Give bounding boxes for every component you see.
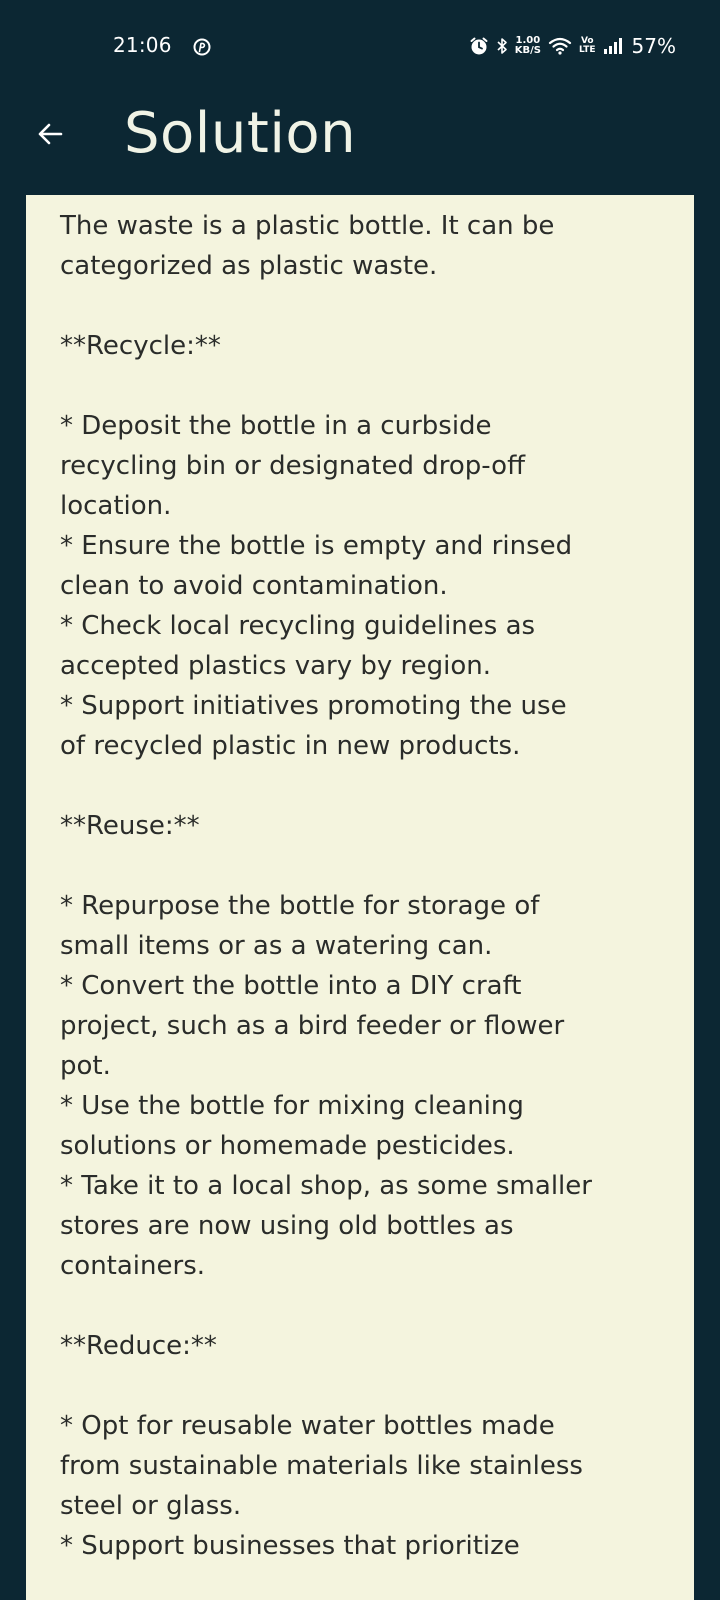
signal-icon <box>603 38 622 54</box>
arrow-left-icon <box>38 123 63 145</box>
pinterest-notification-icon <box>193 38 211 56</box>
app-bar: Solution <box>0 92 720 192</box>
bluetooth-icon <box>497 38 507 54</box>
page-title: Solution <box>124 101 357 166</box>
volte-indicator: Vo LTE <box>579 37 596 55</box>
battery-level: 57% <box>631 34 676 58</box>
network-speed-unit: KB/S <box>514 45 541 56</box>
status-bar: 21:06 1.00 KB/S Vo LTE 57% <box>0 0 720 92</box>
solution-card[interactable]: The waste is a plastic bottle. It can be… <box>26 195 694 1600</box>
status-time: 21:06 <box>113 33 172 57</box>
wifi-icon <box>548 37 572 55</box>
solution-text: The waste is a plastic bottle. It can be… <box>60 211 592 1561</box>
status-indicators: 1.00 KB/S Vo LTE 57% <box>469 32 676 60</box>
alarm-icon <box>470 37 488 55</box>
volte-bottom: LTE <box>579 45 596 55</box>
back-button[interactable] <box>24 108 76 160</box>
network-speed: 1.00 KB/S <box>515 36 541 56</box>
